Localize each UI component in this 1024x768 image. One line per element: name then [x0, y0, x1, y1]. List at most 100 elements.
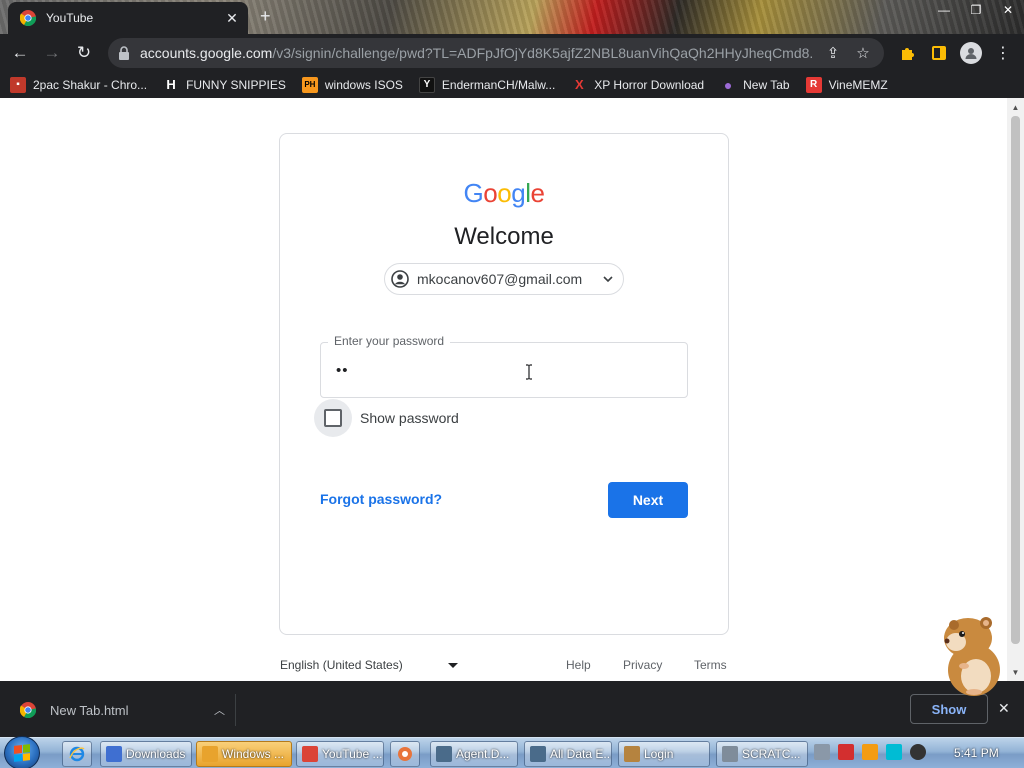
extensions-puzzle-icon[interactable] — [892, 38, 922, 68]
page-scrollbar[interactable]: ▲ ▼ — [1007, 98, 1024, 681]
menu-kebab-icon[interactable]: ⋮ — [988, 38, 1018, 68]
profile-avatar-icon[interactable] — [956, 38, 986, 68]
download-filename: New Tab.html — [50, 702, 129, 718]
browser-toolbar: ← → ↻ accounts.google.com/v3/signin/chal… — [0, 34, 1024, 71]
scrollbar-thumb[interactable] — [1011, 116, 1020, 644]
google-logo-letter: g — [511, 178, 526, 208]
account-email: mkocanov607@gmail.com — [417, 271, 583, 287]
bookmark-star-icon[interactable]: ☆ — [852, 42, 874, 64]
close-shelf-icon[interactable]: ✕ — [998, 700, 1010, 717]
tray-app-icon[interactable] — [814, 744, 830, 760]
bookmark-item[interactable]: H FUNNY SNIPPIES — [163, 77, 286, 93]
pinned-app-icon[interactable] — [390, 741, 420, 767]
hamster-icon — [624, 746, 640, 762]
text-cursor-icon — [524, 364, 534, 380]
show-password-label: Show password — [360, 410, 459, 426]
reload-icon[interactable]: ↻ — [70, 39, 98, 67]
minimize-icon[interactable]: — — [928, 0, 960, 20]
tray-search-icon[interactable] — [862, 744, 878, 760]
taskbar-item-label: Agent.D... — [456, 747, 510, 761]
bookmark-label: EndermanCH/Malw... — [441, 77, 556, 92]
language-label: English (United States) — [280, 658, 403, 672]
password-field-label: Enter your password — [328, 334, 451, 348]
taskbar-item[interactable]: Agent.D... — [430, 741, 518, 767]
chevron-down-icon — [601, 272, 615, 286]
media-player-icon — [202, 746, 218, 762]
side-panel-icon[interactable] — [924, 38, 954, 68]
new-tab-icon[interactable]: + — [260, 6, 271, 27]
windows-taskbar: Downloads Windows ... YouTube ... Agent.D..… — [0, 736, 1024, 768]
signin-card: Google Welcome mkocanov607@gmail.com Ent… — [279, 133, 729, 635]
close-tab-icon[interactable]: ✕ — [224, 10, 240, 26]
share-icon[interactable]: ⇪ — [822, 42, 844, 64]
password-input[interactable] — [336, 359, 636, 381]
chevron-up-icon[interactable]: ︿ — [214, 702, 225, 718]
download-item[interactable]: New Tab.html ︿ — [10, 694, 236, 726]
taskbar-item-label: All Data E... — [550, 747, 612, 761]
scroll-down-icon[interactable]: ▼ — [1007, 665, 1024, 679]
taskbar-item[interactable]: Windows ... — [196, 741, 292, 767]
forgot-password-link[interactable]: Forgot password? — [320, 491, 442, 507]
bookmark-item[interactable]: ▪ 2pac Shakur - Chro... — [10, 76, 147, 93]
url-text: accounts.google.com/v3/signin/challenge/… — [140, 45, 814, 61]
next-button[interactable]: Next — [608, 482, 688, 518]
bookmark-item[interactable]: ● New Tab — [720, 76, 790, 93]
address-bar[interactable]: accounts.google.com/v3/signin/challenge/… — [108, 37, 884, 68]
taskbar-clock[interactable]: 5:41 PM — [954, 746, 999, 760]
taskbar-item-label: Windows ... — [222, 747, 285, 761]
account-circle-icon — [391, 270, 409, 288]
tab-youtube[interactable]: YouTube ✕ — [8, 2, 248, 34]
language-select[interactable]: English (United States) — [280, 658, 458, 672]
internet-explorer-icon[interactable] — [62, 741, 92, 767]
show-password-toggle[interactable]: Show password — [314, 399, 459, 437]
account-chip[interactable]: mkocanov607@gmail.com — [384, 263, 624, 295]
restore-icon[interactable]: ❐ — [960, 0, 992, 20]
r-icon: R — [805, 76, 822, 93]
taskbar-item[interactable]: Login — [618, 741, 710, 767]
page-viewport: Google Welcome mkocanov607@gmail.com Ent… — [0, 98, 1007, 681]
google-logo-letter: e — [530, 178, 545, 208]
terms-link[interactable]: Terms — [694, 658, 727, 672]
chrome-icon — [302, 746, 318, 762]
hamster-pet-icon[interactable] — [934, 614, 1008, 696]
chrome-icon — [19, 702, 37, 719]
bookmarks-bar: ▪ 2pac Shakur - Chro... H FUNNY SNIPPIES PH w… — [0, 71, 1024, 98]
taskbar-item-label: YouTube ... — [322, 747, 383, 761]
forward-icon[interactable]: → — [38, 39, 66, 67]
show-password-checkbox[interactable] — [324, 409, 342, 427]
close-window-icon[interactable]: ✕ — [992, 0, 1024, 20]
tools-icon — [722, 746, 738, 762]
tray-volume-icon[interactable] — [910, 744, 926, 760]
bookmark-label: windows ISOS — [324, 77, 403, 92]
window-icon — [530, 746, 546, 762]
back-icon[interactable]: ← — [6, 39, 34, 67]
url-host: accounts.google.com — [140, 44, 273, 61]
google-logo-letter: o — [497, 178, 512, 208]
taskbar-item-label: SCRATC... — [742, 747, 801, 761]
taskbar-item[interactable]: Downloads — [100, 741, 192, 767]
taskbar-item[interactable]: All Data E... — [524, 741, 612, 767]
tray-v-icon[interactable] — [838, 744, 854, 760]
bookmark-item[interactable]: R VineMEMZ — [805, 76, 888, 93]
scroll-up-icon[interactable]: ▲ — [1007, 100, 1024, 114]
show-password-checkbox-halo — [314, 399, 352, 437]
globe-icon: ● — [723, 76, 733, 93]
bookmark-label: XP Horror Download — [594, 77, 705, 92]
bookmark-label: VineMEMZ — [828, 77, 888, 92]
bookmark-icon-2pac: ▪ — [10, 76, 26, 93]
bookmark-item[interactable]: X XP Horror Download — [571, 77, 704, 93]
help-link[interactable]: Help — [566, 658, 591, 672]
taskbar-item[interactable]: SCRATC... — [716, 741, 808, 767]
ph-icon: PH — [301, 76, 318, 93]
bookmark-item[interactable]: Y EndermanCH/Malw... — [418, 76, 556, 93]
taskbar-item[interactable]: YouTube ... — [296, 741, 384, 767]
url-path: /v3/signin/challenge/pwd?TL=ADFpJfOjYd8K… — [272, 44, 814, 61]
lock-icon[interactable] — [118, 45, 130, 60]
page-title: Welcome — [454, 223, 554, 250]
show-all-button[interactable]: Show — [910, 694, 988, 724]
tray-monitor-icon[interactable] — [886, 744, 902, 760]
bookmark-item[interactable]: PH windows ISOS — [301, 76, 403, 93]
start-button[interactable] — [4, 736, 40, 768]
google-logo-letter: o — [483, 178, 498, 208]
privacy-link[interactable]: Privacy — [623, 658, 662, 672]
